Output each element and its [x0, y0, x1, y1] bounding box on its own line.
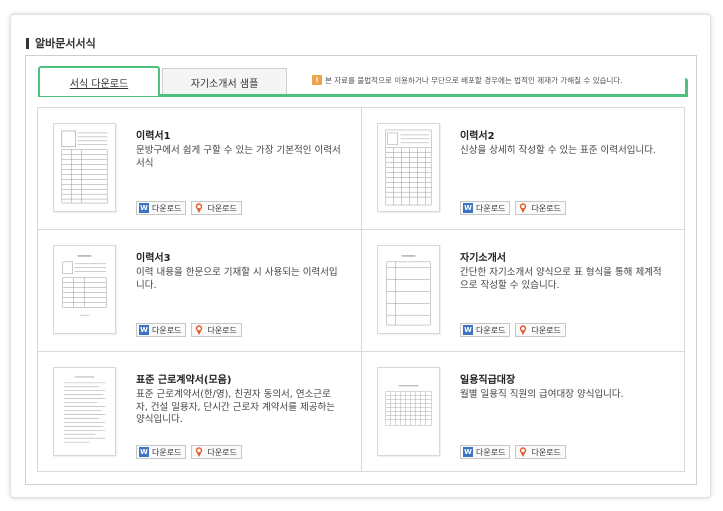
hwp-download-button[interactable]: 다운로드 [191, 201, 242, 215]
hwp-download-button[interactable]: 다운로드 [515, 323, 566, 337]
form-card: 자기소개서 간단한 자기소개서 양식으로 표 형식을 통해 체계적으로 작성할 … [362, 230, 685, 351]
word-doc-icon: W [139, 203, 149, 213]
hwp-doc-icon [194, 325, 204, 335]
form-card: 이력서2 신상을 상세히 작성할 수 있는 표준 이력서입니다. W 다운로드 다… [362, 108, 685, 229]
form-grid: 이력서1 문방구에서 쉽게 구할 수 있는 가장 기본적인 이력서 서식 W 다운… [37, 107, 685, 472]
word-doc-icon: W [463, 325, 473, 335]
hwp-doc-icon [518, 203, 528, 213]
word-doc-icon: W [139, 325, 149, 335]
form-thumbnail[interactable] [53, 367, 116, 456]
form-description: 간단한 자기소개서 양식으로 표 형식을 통해 체계적으로 작성할 수 있습니다… [460, 267, 662, 291]
word-doc-icon: W [463, 447, 473, 457]
section-title-text: 알바문서서식 [35, 37, 96, 50]
form-thumbnail[interactable] [53, 123, 116, 212]
hwp-doc-icon [518, 325, 528, 335]
form-description: 이력 내용을 한문으로 기재할 시 사용되는 이력서입니다. [136, 267, 338, 291]
warning-icon: ! [312, 75, 322, 85]
word-download-button[interactable]: W 다운로드 [460, 323, 511, 337]
form-thumbnail[interactable] [377, 123, 440, 212]
form-card: 이력서1 문방구에서 쉽게 구할 수 있는 가장 기본적인 이력서 서식 W 다운… [38, 108, 361, 229]
word-doc-icon: W [463, 203, 473, 213]
tab-form-download[interactable]: 서식 다운로드 [38, 66, 160, 96]
document-preview-icon [385, 129, 432, 206]
word-download-button[interactable]: W 다운로드 [460, 445, 511, 459]
form-thumbnail[interactable] [377, 367, 440, 456]
document-preview-icon [386, 255, 431, 326]
document-preview-icon [63, 376, 106, 443]
hwp-download-button[interactable]: 다운로드 [515, 445, 566, 459]
hwp-download-button[interactable]: 다운로드 [515, 201, 566, 215]
hwp-download-button[interactable]: 다운로드 [191, 445, 242, 459]
hwp-doc-icon [194, 203, 204, 213]
word-download-button[interactable]: W 다운로드 [136, 445, 187, 459]
hwp-download-button[interactable]: 다운로드 [191, 323, 242, 337]
form-description: 문방구에서 쉽게 구할 수 있는 가장 기본적인 이력서 서식 [136, 145, 341, 169]
tab-label: 서식 다운로드 [69, 78, 129, 90]
form-thumbnail[interactable] [377, 245, 440, 334]
word-doc-icon: W [139, 447, 149, 457]
tab-label: 자기소개서 샘플 [190, 79, 259, 90]
hwp-doc-icon [518, 447, 528, 457]
word-download-button[interactable]: W 다운로드 [136, 201, 187, 215]
form-title: 이력서3 [136, 253, 171, 264]
form-title: 이력서2 [460, 131, 495, 142]
form-card: 이력서3 이력 내용을 한문으로 기재할 시 사용되는 이력서입니다. W 다운로… [38, 230, 361, 351]
form-title: 일용직급대장 [460, 375, 516, 386]
notice-text: 본 자료를 불법적으로 이용하거나 무단으로 배포할 경우에는 법적인 제재가 … [325, 75, 623, 85]
form-title: 자기소개서 [460, 253, 506, 264]
title-bar-marker [26, 37, 29, 49]
tab-bar: 서식 다운로드 자기소개서 샘플 [38, 66, 287, 96]
hwp-doc-icon [194, 447, 204, 457]
document-preview-icon [385, 385, 432, 426]
section-title: 알바문서서식 [26, 35, 96, 51]
document-preview-icon [62, 255, 107, 316]
form-card: 일용직급대장 월별 일용직 직원의 급여대장 양식입니다. W 다운로드 다운로드 [362, 352, 685, 473]
form-description: 표준 근로계약서(한/영), 친권자 동의서, 연소근로자, 건설 일용자, 단… [136, 389, 335, 425]
form-description: 신상을 상세히 작성할 수 있는 표준 이력서입니다. [460, 145, 656, 156]
word-download-button[interactable]: W 다운로드 [136, 323, 187, 337]
document-preview-icon [61, 130, 108, 204]
word-download-button[interactable]: W 다운로드 [460, 201, 511, 215]
copyright-notice: ! 본 자료를 불법적으로 이용하거나 무단으로 배포할 경우에는 법적인 제재… [312, 74, 623, 86]
tab-underline-right [685, 78, 688, 97]
tab-cover-letter-sample[interactable]: 자기소개서 샘플 [162, 68, 287, 96]
form-title: 이력서1 [136, 131, 171, 142]
form-card: 표준 근로계약서(모음) 표준 근로계약서(한/영), 친권자 동의서, 연소근… [38, 352, 361, 473]
form-description: 월별 일용직 직원의 급여대장 양식입니다. [460, 389, 624, 400]
form-title: 표준 근로계약서(모음) [136, 375, 232, 386]
form-thumbnail[interactable] [53, 245, 116, 334]
